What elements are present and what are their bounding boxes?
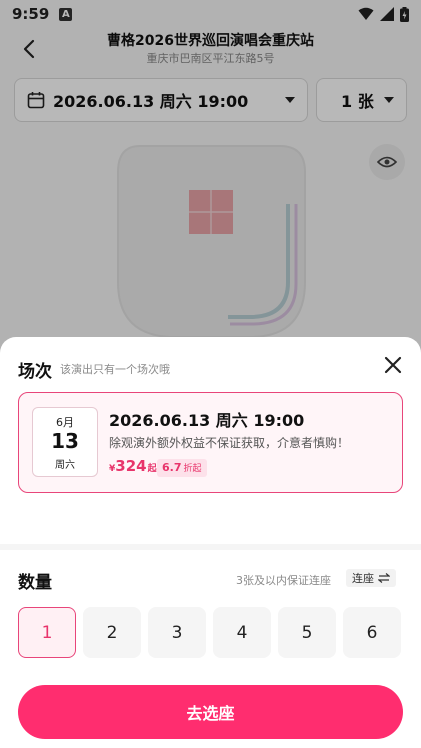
price-value: 324: [115, 457, 147, 475]
session-card[interactable]: 6月 13 周六 2026.06.13 周六 19:00 除观演外额外权益不保证…: [18, 392, 403, 493]
session-note: 除观演外额外权益不保证获取，介意者慎购！: [109, 436, 350, 450]
discount-label: 折起: [183, 464, 202, 474]
choose-seat-button[interactable]: 去选座: [18, 685, 403, 739]
session-datetime: 2026.06.13 周六 19:00: [109, 411, 305, 430]
session-bottom-sheet: 场次 该演出只有一个场次哦 6月 13 周六 2026.06.13 周六 19:…: [0, 337, 421, 748]
close-button[interactable]: [379, 351, 407, 379]
quantity-title: 数量: [18, 573, 52, 593]
quantity-option-6[interactable]: 6: [343, 607, 401, 658]
close-icon: [384, 356, 402, 374]
quantity-option-1[interactable]: 1: [18, 607, 76, 658]
quantity-option-5[interactable]: 5: [278, 607, 336, 658]
discount-badge: 6.7 折起: [157, 459, 207, 477]
section-divider: [0, 544, 421, 550]
discount-value: 6.7: [162, 461, 182, 474]
sheet-hint: 该演出只有一个场次哦: [60, 363, 170, 376]
swap-icon: [378, 573, 390, 583]
sheet-title: 场次: [18, 362, 52, 382]
session-month: 6月: [56, 416, 74, 429]
session-day: 13: [51, 429, 79, 453]
quantity-option-4[interactable]: 4: [213, 607, 271, 658]
price-suffix: 起: [147, 464, 157, 474]
session-weekday: 周六: [55, 460, 75, 471]
session-price: ¥ 324 起: [109, 457, 157, 475]
quantity-note: 3张及以内保证连座: [236, 574, 331, 587]
adjacent-seats-tag[interactable]: 连座: [346, 569, 396, 587]
quantity-option-2[interactable]: 2: [83, 607, 141, 658]
session-date-badge: 6月 13 周六: [32, 407, 98, 477]
quantity-option-3[interactable]: 3: [148, 607, 206, 658]
quantity-options: 1 2 3 4 5 6: [18, 607, 403, 659]
adjacent-seats-label: 连座: [352, 572, 374, 585]
